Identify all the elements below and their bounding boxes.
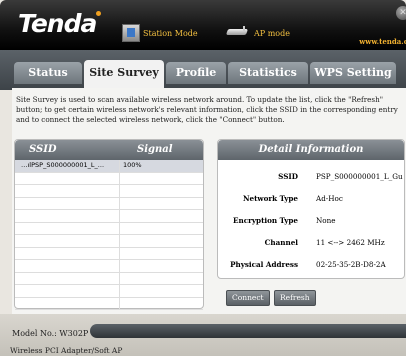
adapter-name: Wireless PCI Adapter/Soft AP: [10, 346, 123, 355]
refresh-button[interactable]: Refresh: [274, 290, 316, 306]
detail-row-ssid: SSID PSP_S000000001_L_Gu: [222, 172, 402, 186]
table-row[interactable]: [15, 272, 203, 285]
station-mode-button[interactable]: Station Mode: [122, 24, 198, 42]
detail-label: Channel: [264, 238, 298, 247]
table-row[interactable]: [15, 285, 203, 298]
tab-site-survey[interactable]: Site Survey: [84, 60, 164, 88]
detail-row-physical-address: Physical Address 02-25-35-2B-D8-2A: [222, 260, 396, 274]
ssid-column-header[interactable]: SSID: [29, 140, 57, 160]
connect-button[interactable]: Connect: [226, 290, 270, 306]
detail-label: Physical Address: [230, 260, 298, 269]
tenda-logo: Tenda: [18, 9, 97, 38]
detail-value: 11 <--> 2462 MHz: [316, 238, 385, 247]
detail-label: Encryption Type: [233, 216, 298, 225]
detail-row-channel: Channel 11 <--> 2462 MHz: [222, 238, 396, 252]
tab-profile[interactable]: Profile: [166, 62, 226, 84]
ap-mode-button[interactable]: AP mode: [225, 24, 290, 42]
ap-mode-icon: [225, 24, 251, 42]
website-link[interactable]: www.tenda.c: [359, 37, 406, 46]
footer: Model No.: W302P Wireless PCI Adapter/So…: [0, 314, 406, 356]
table-row[interactable]: [15, 222, 203, 235]
close-icon[interactable]: ✕: [396, 6, 406, 20]
table-row[interactable]: [15, 185, 203, 198]
header-bar: Tenda Station Mode AP mode www.tenda.c ✕: [0, 0, 406, 50]
signal-column-header[interactable]: Signal: [137, 140, 173, 160]
ssid-list: …ılPSP_S000000001_L_... 100%: [15, 160, 203, 310]
table-row[interactable]: [15, 197, 203, 210]
detail-row-encryption-type: Encryption Type None: [222, 216, 396, 230]
tab-status[interactable]: Status: [14, 62, 82, 84]
tab-statistics[interactable]: Statistics: [228, 62, 308, 84]
footer-bar: [90, 324, 406, 338]
signal-cell: 100%: [123, 161, 142, 169]
app-window: Tenda Station Mode AP mode www.tenda.c ✕…: [0, 0, 406, 356]
table-row[interactable]: [15, 172, 203, 185]
detail-label: Network Type: [242, 194, 298, 203]
detail-title: Detail Information: [218, 140, 404, 160]
table-row[interactable]: …ılPSP_S000000001_L_... 100%: [15, 160, 203, 173]
detail-value: None: [316, 216, 336, 225]
ssid-cell: …ılPSP_S000000001_L_...: [21, 161, 105, 169]
station-mode-label: Station Mode: [143, 28, 198, 38]
tab-wps-setting[interactable]: WPS Setting: [310, 62, 396, 84]
description-text: Site Survey is used to scan available wi…: [16, 95, 398, 124]
table-row[interactable]: [15, 235, 203, 248]
site-survey-content: Site Survey is used to scan available wi…: [12, 88, 406, 314]
detail-label: SSID: [278, 172, 298, 181]
table-row[interactable]: [15, 210, 203, 223]
detail-value: Ad-Hoc: [316, 194, 343, 203]
table-row[interactable]: [15, 260, 203, 273]
ssid-list-panel: SSID Signal …ılPSP_S000000001_L_... 100%: [14, 139, 204, 310]
detail-row-network-type: Network Type Ad-Hoc: [222, 194, 396, 208]
ssid-list-header: SSID Signal: [15, 140, 203, 160]
table-row[interactable]: [15, 297, 203, 310]
logo-dot-icon: [96, 11, 101, 16]
detail-value: PSP_S000000001_L_Gu: [316, 172, 403, 181]
table-row[interactable]: [15, 247, 203, 260]
station-mode-icon: [122, 24, 140, 42]
model-number: Model No.: W302P: [12, 329, 89, 338]
ap-mode-label: AP mode: [254, 28, 290, 38]
tab-bar: Status Site Survey Profile Statistics WP…: [0, 50, 406, 90]
detail-information-panel: Detail Information SSID PSP_S000000001_L…: [217, 139, 405, 279]
detail-value: 02-25-35-2B-D8-2A: [316, 260, 386, 269]
